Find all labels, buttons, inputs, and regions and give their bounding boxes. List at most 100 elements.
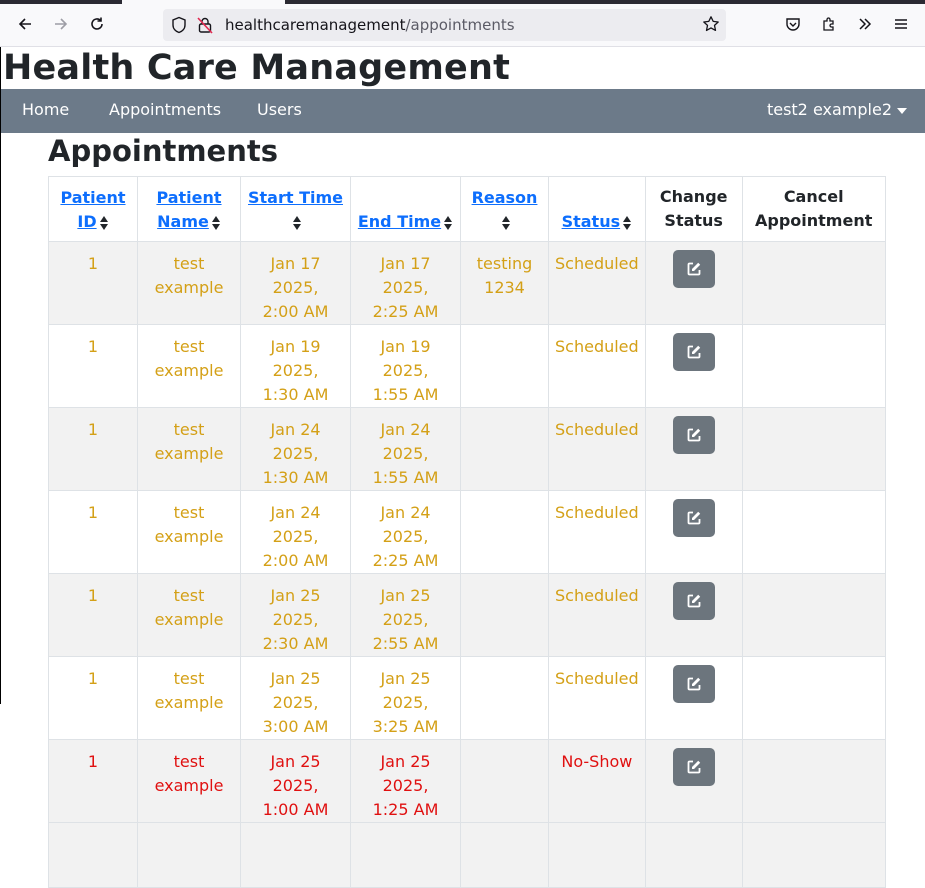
sort-icon[interactable]	[99, 215, 109, 230]
bookmark-star-icon[interactable]	[702, 15, 720, 37]
sort-link-reason[interactable]: Reason	[472, 188, 538, 207]
cell-cancel-appointment	[741, 241, 886, 325]
active-tab-highlight	[122, 0, 285, 4]
user-dropdown[interactable]: test2 example2	[767, 100, 907, 119]
user-name: test2 example2	[766, 100, 892, 119]
edit-status-button[interactable]	[672, 748, 715, 786]
extensions-icon[interactable]	[818, 13, 840, 35]
table-row: 1 test example Jan 24 2025, 1:30 AM Jan 24 20…	[48, 407, 886, 491]
caret-down-icon	[897, 107, 907, 114]
cell-cancel-appointment	[741, 324, 886, 408]
header-reason[interactable]: Reason	[460, 176, 549, 242]
site-title: Health Care Management	[3, 48, 510, 88]
cell-change-status	[644, 739, 743, 823]
reload-icon[interactable]	[86, 13, 108, 35]
cell-patient-id: 1	[48, 407, 138, 491]
cell-reason	[460, 490, 549, 574]
cell-status: Scheduled	[548, 573, 646, 657]
nav-appointments-link[interactable]: Appointments	[109, 100, 221, 119]
cell-patient-id: 1	[48, 241, 138, 325]
table-cell	[48, 822, 138, 888]
cell-change-status	[644, 490, 743, 574]
cell-cancel-appointment	[741, 573, 886, 657]
edit-status-button[interactable]	[672, 499, 715, 537]
header-status[interactable]: Status	[548, 176, 646, 242]
header-change-status: Change Status	[644, 176, 743, 242]
insecure-lock-icon[interactable]	[197, 16, 213, 38]
sort-icon[interactable]	[501, 215, 511, 230]
header-end-time[interactable]: End Time	[350, 176, 461, 242]
cell-status: Scheduled	[548, 656, 646, 740]
header-start-time[interactable]: Start Time	[240, 176, 351, 242]
page-content: Health Care Management Home Appointments…	[0, 47, 925, 888]
cell-change-status	[644, 656, 743, 740]
cell-reason	[460, 324, 549, 408]
cell-reason	[460, 656, 549, 740]
sort-icon[interactable]	[211, 215, 221, 230]
back-arrow-icon[interactable]	[14, 13, 36, 35]
overflow-chevron-icon[interactable]	[854, 13, 876, 35]
header-patient-id[interactable]: Patient ID	[48, 176, 138, 242]
cell-patient-name: test example	[137, 324, 241, 408]
cell-end-time: Jan 17 2025, 2:25 AM	[350, 241, 461, 325]
header-patient-name[interactable]: Patient Name	[137, 176, 241, 242]
cell-start-time: Jan 25 2025, 3:00 AM	[240, 656, 351, 740]
edit-status-button[interactable]	[672, 416, 715, 454]
sort-icon[interactable]	[444, 215, 453, 230]
forward-arrow-icon[interactable]	[50, 13, 72, 35]
cell-end-time: Jan 24 2025, 1:55 AM	[350, 407, 461, 491]
cell-start-time: Jan 17 2025, 2:00 AM	[240, 241, 351, 325]
main-navbar: Home Appointments Users test2 example2	[1, 89, 925, 133]
cell-patient-id: 1	[48, 739, 138, 823]
cell-reason	[460, 407, 549, 491]
shield-icon[interactable]	[171, 16, 187, 38]
edit-status-button[interactable]	[672, 582, 715, 620]
appointments-table-body: 1 test example Jan 17 2025, 2:00 AM Jan 17 20…	[48, 241, 886, 888]
cell-patient-id: 1	[48, 573, 138, 657]
cell-patient-name: test example	[137, 739, 241, 823]
cell-start-time: Jan 25 2025, 1:00 AM	[240, 739, 351, 823]
pocket-icon[interactable]	[782, 13, 804, 35]
cell-reason	[460, 573, 549, 657]
cell-patient-id: 1	[48, 490, 138, 574]
cell-status: Scheduled	[548, 324, 646, 408]
sort-link-end-time[interactable]: End Time	[358, 212, 441, 231]
url-text: healthcaremanagement/appointments	[225, 16, 515, 34]
cell-change-status	[644, 241, 743, 325]
nav-users-link[interactable]: Users	[257, 100, 302, 119]
edit-status-button[interactable]	[672, 250, 715, 288]
cell-end-time: Jan 25 2025, 1:25 AM	[350, 739, 461, 823]
sort-link-start-time[interactable]: Start Time	[248, 188, 343, 207]
table-cell	[240, 822, 351, 888]
table-cell	[548, 822, 646, 888]
cell-end-time: Jan 19 2025, 1:55 AM	[350, 324, 461, 408]
edit-status-button[interactable]	[672, 333, 715, 371]
table-row: 1 test example Jan 17 2025, 2:00 AM Jan 17 20…	[48, 241, 886, 325]
sort-link-patient-id[interactable]: Patient ID	[60, 188, 125, 231]
edit-status-button[interactable]	[672, 665, 715, 703]
table-row: 1 test example Jan 25 2025, 2:30 AM Jan 25 20…	[48, 573, 886, 657]
cell-end-time: Jan 25 2025, 2:55 AM	[350, 573, 461, 657]
table-row: 1 test example Jan 19 2025, 1:30 AM Jan 19 20…	[48, 324, 886, 408]
cell-cancel-appointment	[741, 407, 886, 491]
cell-start-time: Jan 19 2025, 1:30 AM	[240, 324, 351, 408]
cell-start-time: Jan 25 2025, 2:30 AM	[240, 573, 351, 657]
cell-end-time: Jan 24 2025, 2:25 AM	[350, 490, 461, 574]
cell-status: Scheduled	[548, 241, 646, 325]
table-cell	[460, 822, 549, 888]
cell-patient-name: test example	[137, 241, 241, 325]
nav-home-link[interactable]: Home	[22, 100, 69, 119]
cell-status: Scheduled	[548, 490, 646, 574]
sort-link-status[interactable]: Status	[562, 212, 621, 231]
appointments-table: Patient ID Patient Name Start Time End Tim…	[48, 176, 886, 888]
sort-icon[interactable]	[292, 215, 302, 230]
cell-start-time: Jan 24 2025, 1:30 AM	[240, 407, 351, 491]
cell-status: No-Show	[548, 739, 646, 823]
sort-icon[interactable]	[623, 215, 632, 230]
address-bar[interactable]: healthcaremanagement/appointments	[163, 9, 726, 41]
cell-change-status	[644, 573, 743, 657]
table-header-row: Patient ID Patient Name Start Time End Tim…	[48, 176, 886, 242]
cell-change-status	[644, 324, 743, 408]
cell-start-time: Jan 24 2025, 2:00 AM	[240, 490, 351, 574]
hamburger-menu-icon[interactable]	[890, 13, 912, 35]
